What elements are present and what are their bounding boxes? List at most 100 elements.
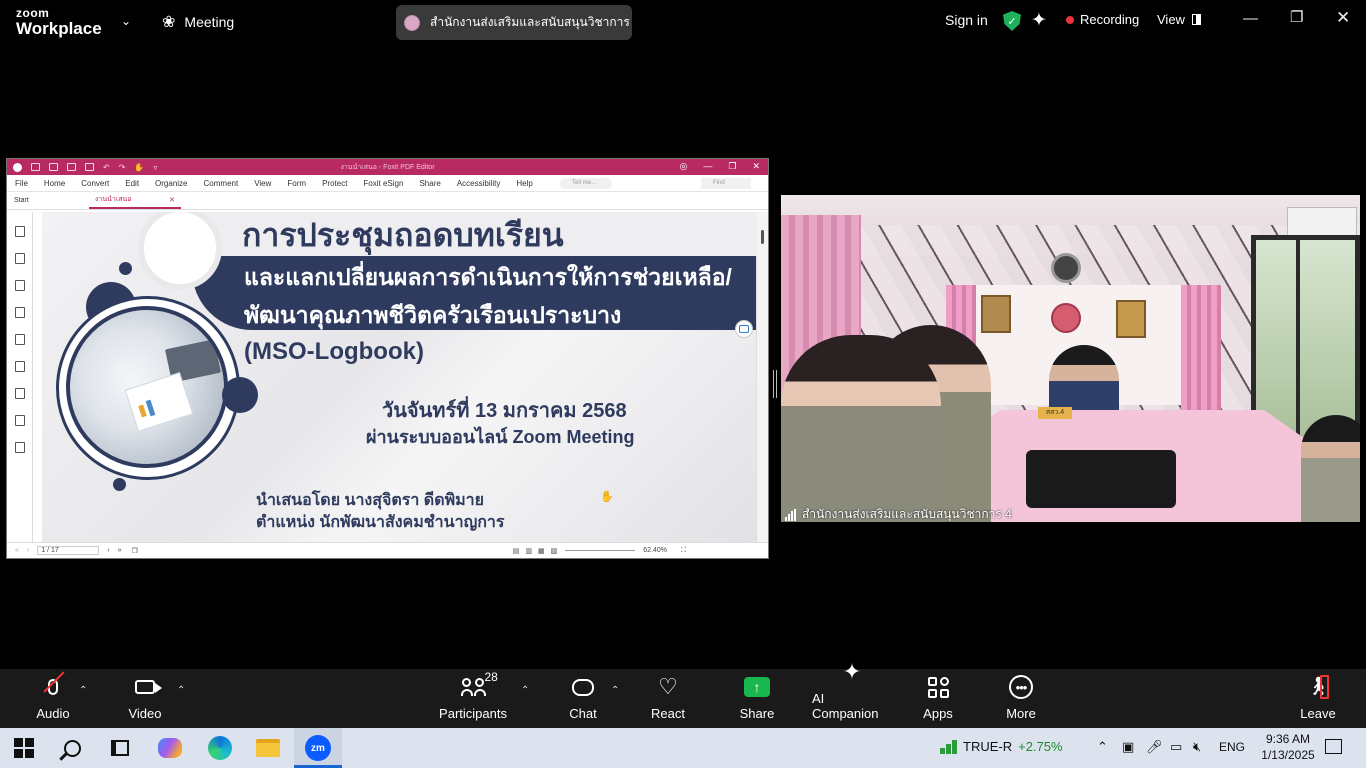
prev-page-icon[interactable]: ‹	[27, 547, 29, 554]
menu-organize[interactable]: Organize	[155, 179, 187, 188]
share-label: Share	[739, 706, 775, 721]
find-input[interactable]: Find	[701, 178, 751, 189]
menu-form[interactable]: Form	[287, 179, 306, 188]
meeting-info-pill[interactable]: สำนักงานส่งเสริมและสนับสนุนวิชาการ 4 •••	[396, 5, 632, 40]
copy-icon[interactable]: ❐	[132, 547, 138, 555]
meeting-menu[interactable]: ❀ Meeting	[162, 12, 234, 32]
microphone-icon[interactable]: 🎤︎	[1146, 739, 1163, 755]
restore-icon[interactable]: ❐	[1290, 8, 1303, 26]
pdf-vertical-scrollbar[interactable]	[756, 212, 768, 543]
page-number-input[interactable]: 1 / 17	[37, 546, 100, 555]
sign-in-link[interactable]: Sign in	[945, 12, 988, 28]
tray-overflow-chevron-icon[interactable]: ⌃	[1097, 739, 1108, 755]
copilot-button[interactable]	[146, 728, 194, 768]
menu-edit[interactable]: Edit	[125, 179, 139, 188]
menu-view[interactable]: View	[254, 179, 271, 188]
comments-icon[interactable]	[14, 280, 25, 291]
fullscreen-icon[interactable]: ⛶	[681, 547, 686, 555]
floating-chat-icon[interactable]	[735, 320, 753, 338]
content-icon[interactable]	[14, 388, 25, 399]
recording-indicator[interactable]: Recording	[1066, 12, 1139, 27]
share-button[interactable]: ↑ Share	[736, 669, 778, 728]
language-indicator[interactable]: ENG	[1219, 740, 1245, 754]
view-menu[interactable]: View	[1157, 12, 1201, 27]
app-menu-chevron-icon[interactable]: ⌄	[121, 14, 131, 28]
audio-options-chevron-icon[interactable]: ⌃	[79, 685, 87, 696]
shared-screen-pdf-window[interactable]: ↶ ↷ ✋ ▿ งานนำเสนอ - Foxit PDF Editor ◎ —…	[6, 158, 769, 559]
tab-close-icon[interactable]: ✕	[169, 196, 175, 204]
menu-protect[interactable]: Protect	[322, 179, 347, 188]
ai-companion-button[interactable]: ✦ AI Companion	[812, 659, 892, 728]
close-icon[interactable]: ✕	[1336, 8, 1350, 28]
zoom-taskbar-button[interactable]: zm	[294, 728, 342, 768]
ai-sparkle-icon: ✦	[842, 659, 862, 684]
signature-icon[interactable]	[14, 415, 25, 426]
pdf-account-icon[interactable]: ◎	[680, 161, 688, 172]
leave-button[interactable]: 🚶︎ Leave	[1298, 669, 1338, 728]
pdf-minimize-icon[interactable]: —	[703, 161, 712, 172]
more-button[interactable]: ••• More	[1000, 669, 1042, 728]
video-button[interactable]: Video	[122, 669, 168, 728]
continuous-icon[interactable]: ▥	[525, 547, 532, 555]
video-options-chevron-icon[interactable]: ⌃	[177, 685, 185, 696]
start-button[interactable]	[0, 728, 48, 768]
meeting-pill-label: สำนักงานส่งเสริมและสนับสนุนวิชาการ 4	[430, 15, 632, 29]
network-widget[interactable]: TRUE-R +2.75%	[940, 739, 1063, 754]
windows-logo-icon	[14, 738, 34, 758]
panel-splitter-handle[interactable]	[773, 370, 777, 398]
task-view-button[interactable]	[96, 728, 144, 768]
participants-button[interactable]: 28 Participants	[439, 669, 507, 728]
chat-options-chevron-icon[interactable]: ⌃	[611, 685, 619, 696]
participant-video-tile[interactable]: สสว.4 สำนักงานส่งเสริมและสนับสนุนวิชาการ…	[781, 195, 1360, 522]
zoom-level[interactable]: 62.40%	[643, 547, 667, 554]
attachments-icon[interactable]	[14, 334, 25, 345]
security-shield-icon[interactable]: ✓	[1003, 11, 1021, 31]
apps-button[interactable]: Apps	[918, 669, 958, 728]
pages-icon[interactable]	[14, 253, 25, 264]
tags-icon[interactable]	[14, 442, 25, 453]
pdf-restore-icon[interactable]: ❐	[728, 161, 736, 172]
participant-name-label: สำนักงานส่งเสริมและสนับสนุนวิชาการ 4	[785, 505, 1012, 522]
search-button[interactable]	[48, 728, 96, 768]
cover-icon[interactable]: ▧	[551, 547, 558, 555]
slide-title-line4: (MSO-Logbook)	[244, 338, 424, 365]
layers-icon[interactable]	[14, 307, 25, 318]
meet-now-icon[interactable]: ▣	[1122, 739, 1134, 755]
security-icon[interactable]	[14, 361, 25, 372]
pdf-page-slide[interactable]: การประชุมถอดบทเรียน และแลกเปลี่ยนผลการดำ…	[42, 212, 757, 543]
menu-share[interactable]: Share	[419, 179, 440, 188]
system-clock[interactable]: 9:36 AM 1/13/2025	[1260, 731, 1316, 763]
file-explorer-button[interactable]	[244, 728, 292, 768]
zoom-slider[interactable]	[565, 550, 636, 551]
tell-me-input[interactable]: Tell me...	[560, 178, 612, 189]
next-page-icon[interactable]: ›	[107, 547, 109, 554]
video-wall-fan	[1051, 253, 1081, 283]
menu-file[interactable]: File	[15, 179, 28, 188]
pdf-close-icon[interactable]: ✕	[752, 161, 760, 172]
audio-button[interactable]: Audio	[30, 669, 76, 728]
bookmark-icon[interactable]	[14, 226, 25, 237]
edge-button[interactable]	[196, 728, 244, 768]
react-button[interactable]: ♡ React	[646, 669, 690, 728]
menu-foxit-esign[interactable]: Foxit eSign	[363, 179, 403, 188]
scrollbar-thumb[interactable]	[761, 230, 764, 244]
notification-center-icon[interactable]	[1325, 739, 1342, 754]
battery-icon[interactable]: ▭	[1170, 739, 1182, 755]
single-page-icon[interactable]: ▤	[513, 547, 520, 555]
menu-comment[interactable]: Comment	[204, 179, 239, 188]
menu-help[interactable]: Help	[516, 179, 532, 188]
last-page-icon[interactable]: »	[118, 547, 122, 554]
tab-document[interactable]: งานนำเสนอ ✕	[89, 192, 181, 209]
menu-accessibility[interactable]: Accessibility	[457, 179, 501, 188]
chat-button[interactable]: Chat	[562, 669, 604, 728]
facing-icon[interactable]: ▦	[538, 547, 545, 555]
slide-title-line3: พัฒนาคุณภาพชีวิตครัวเรือนเปราะบาง	[244, 302, 622, 328]
tab-start[interactable]: Start	[7, 197, 89, 204]
participants-options-chevron-icon[interactable]: ⌃	[521, 685, 529, 696]
first-page-icon[interactable]: «	[15, 547, 19, 554]
menu-home[interactable]: Home	[44, 179, 65, 188]
menu-convert[interactable]: Convert	[81, 179, 109, 188]
ai-sparkle-icon[interactable]: ✦	[1031, 9, 1047, 32]
minimize-icon[interactable]: —	[1243, 10, 1258, 27]
volume-muted-icon[interactable]: 🔇︎	[1193, 739, 1201, 755]
